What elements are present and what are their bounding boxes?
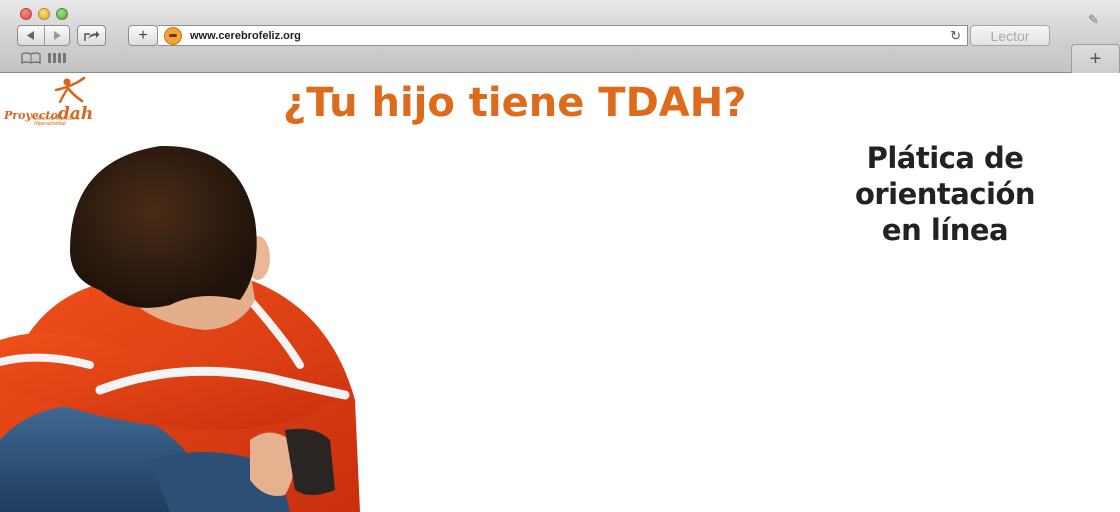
reload-icon[interactable]: ↻ <box>950 28 961 44</box>
add-bookmark-button[interactable]: + <box>128 25 158 46</box>
address-bar[interactable]: www.cerebrofeliz.org ↻ <box>158 25 968 46</box>
minimize-icon[interactable] <box>38 8 50 20</box>
web-page: Proyectodah Déficit de Atención e Hipera… <box>0 74 1120 512</box>
zoom-icon[interactable] <box>56 8 68 20</box>
back-button[interactable] <box>18 26 44 45</box>
top-sites-icon[interactable] <box>48 53 66 63</box>
page-headline: ¿Tu hijo tiene TDAH? <box>283 80 747 126</box>
subheadline-line-1: Plática de orientación <box>854 141 1036 211</box>
share-button[interactable] <box>77 25 106 46</box>
favicon-icon <box>164 26 182 45</box>
plus-icon: + <box>1089 47 1102 70</box>
logo-figure-icon <box>54 76 86 104</box>
browser-toolbar: + www.cerebrofeliz.org ↻ Lector ✎ + <box>0 0 1120 73</box>
share-icon <box>83 30 99 41</box>
close-icon[interactable] <box>20 8 32 20</box>
boy-hiding-face-photo <box>0 145 360 512</box>
back-arrow-icon <box>26 31 34 40</box>
logo-tagline: Déficit de Atención e Hiperactividad <box>34 116 80 127</box>
page-subheadline: Plática de orientación en línea <box>778 140 1112 248</box>
back-forward-buttons <box>17 25 70 46</box>
bookmarks-icon[interactable] <box>21 52 41 67</box>
forward-button[interactable] <box>43 26 70 45</box>
add-icon: + <box>138 26 148 44</box>
proyectodah-logo[interactable]: Proyectodah Déficit de Atención e Hipera… <box>4 76 94 128</box>
forward-arrow-icon <box>53 31 61 40</box>
new-tab-button[interactable]: + <box>1071 44 1120 73</box>
pin-icon[interactable]: ✎ <box>1088 12 1099 28</box>
reader-button[interactable]: Lector <box>970 25 1050 46</box>
url-text[interactable]: www.cerebrofeliz.org <box>190 30 301 42</box>
subheadline-line-2: en línea <box>881 213 1009 247</box>
